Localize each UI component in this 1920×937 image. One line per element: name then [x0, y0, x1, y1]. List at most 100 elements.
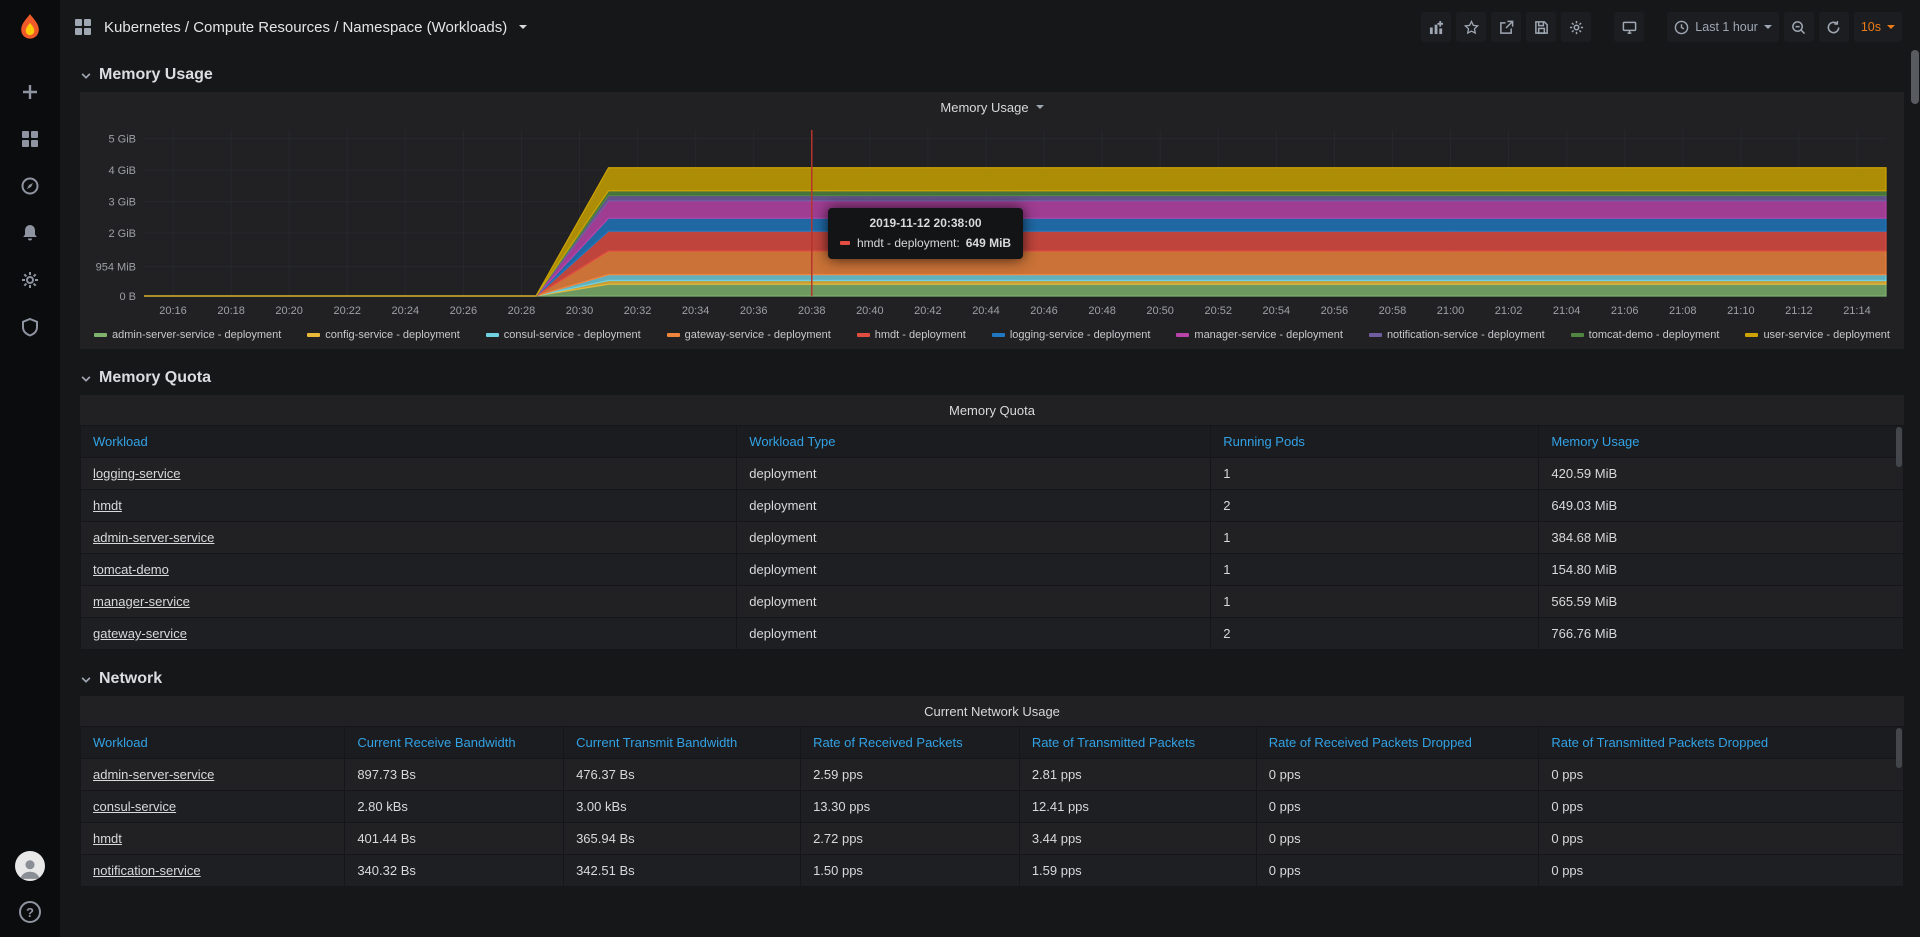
tooltip-series-label: hmdt - deployment: — [857, 236, 960, 250]
workload-link[interactable]: consul-service — [81, 791, 345, 823]
svg-text:20:20: 20:20 — [275, 305, 303, 317]
help-icon[interactable]: ? — [19, 901, 41, 923]
create-plus-icon[interactable] — [20, 82, 40, 102]
navbar: Kubernetes / Compute Resources / Namespa… — [60, 0, 1920, 54]
chevron-down-icon — [80, 673, 92, 685]
memory-quota-table: WorkloadWorkload TypeRunning PodsMemory … — [80, 425, 1904, 650]
legend-item[interactable]: tomcat-demo - deployment — [1571, 329, 1720, 341]
workload-link[interactable]: gateway-service — [81, 618, 737, 650]
column-header-rate-of-transmitted-packets[interactable]: Rate of Transmitted Packets — [1019, 727, 1256, 759]
column-header-running-pods[interactable]: Running Pods — [1211, 426, 1539, 458]
legend-marker-icon — [486, 333, 499, 337]
legend-item[interactable]: manager-service - deployment — [1176, 329, 1343, 341]
svg-text:20:32: 20:32 — [624, 305, 652, 317]
chevron-down-icon — [1764, 25, 1772, 29]
column-header-current-receive-bandwidth[interactable]: Current Receive Bandwidth — [345, 727, 564, 759]
refresh-button[interactable] — [1819, 12, 1849, 42]
svg-text:20:44: 20:44 — [972, 305, 1000, 317]
chevron-down-icon — [1036, 105, 1044, 109]
legend-marker-icon — [992, 333, 1005, 337]
network-panel-title[interactable]: Current Network Usage — [80, 696, 1904, 726]
dashboard-title-button[interactable]: Kubernetes / Compute Resources / Namespa… — [74, 18, 527, 36]
table-cell: 1 — [1211, 554, 1539, 586]
table-cell: deployment — [737, 458, 1211, 490]
table-scrollbar[interactable] — [1896, 728, 1902, 768]
svg-text:20:28: 20:28 — [508, 305, 536, 317]
svg-text:20:54: 20:54 — [1263, 305, 1291, 317]
column-header-current-transmit-bandwidth[interactable]: Current Transmit Bandwidth — [564, 727, 801, 759]
legend-label: user-service - deployment — [1763, 329, 1890, 341]
table-cell: 2 — [1211, 618, 1539, 650]
add-panel-button[interactable] — [1421, 12, 1451, 42]
sidebar: ? — [0, 0, 60, 937]
refresh-interval-picker[interactable]: 10s — [1854, 12, 1902, 42]
table-cell: deployment — [737, 586, 1211, 618]
add-panel-icon — [1429, 20, 1444, 35]
workload-link[interactable]: admin-server-service — [81, 522, 737, 554]
table-cell: 0 pps — [1256, 759, 1539, 791]
legend-item[interactable]: admin-server-service - deployment — [94, 329, 281, 341]
dashboard-settings-button[interactable] — [1561, 12, 1591, 42]
svg-text:21:06: 21:06 — [1611, 305, 1639, 317]
table-row: manager-servicedeployment1565.59 MiB — [81, 586, 1904, 618]
admin-shield-icon[interactable] — [20, 317, 40, 337]
save-dashboard-button[interactable] — [1526, 12, 1556, 42]
page-scrollbar[interactable] — [1911, 50, 1919, 104]
svg-text:4 GiB: 4 GiB — [108, 165, 136, 177]
star-icon — [1464, 20, 1479, 35]
table-cell: 2.72 pps — [801, 823, 1020, 855]
cycle-view-button[interactable] — [1614, 12, 1644, 42]
dashboards-icon[interactable] — [20, 129, 40, 149]
share-dashboard-button[interactable] — [1491, 12, 1521, 42]
star-dashboard-button[interactable] — [1456, 12, 1486, 42]
column-header-memory-usage[interactable]: Memory Usage — [1539, 426, 1904, 458]
column-header-workload[interactable]: Workload — [81, 426, 737, 458]
save-icon — [1534, 20, 1549, 35]
user-avatar[interactable] — [15, 851, 45, 881]
column-header-workload[interactable]: Workload — [81, 727, 345, 759]
legend-label: admin-server-service - deployment — [112, 329, 281, 341]
table-row: hmdt401.44 Bs365.94 Bs2.72 pps3.44 pps0 … — [81, 823, 1904, 855]
workload-link[interactable]: manager-service — [81, 586, 737, 618]
table-cell: 0 pps — [1539, 855, 1904, 887]
section-memory-quota[interactable]: Memory Quota — [80, 361, 1904, 395]
legend-item[interactable]: hmdt - deployment — [857, 329, 966, 341]
alerting-bell-icon[interactable] — [20, 223, 40, 243]
chevron-down-icon — [519, 25, 527, 29]
section-title: Network — [99, 670, 162, 688]
dashboard-content: Memory Usage Memory Usage 0 B954 MiB2 Gi… — [60, 54, 1920, 937]
workload-link[interactable]: hmdt — [81, 823, 345, 855]
legend-item[interactable]: logging-service - deployment — [992, 329, 1151, 341]
legend-marker-icon — [307, 333, 320, 337]
column-header-rate-of-received-packets-dropped[interactable]: Rate of Received Packets Dropped — [1256, 727, 1539, 759]
legend-item[interactable]: gateway-service - deployment — [667, 329, 831, 341]
table-scrollbar[interactable] — [1896, 427, 1902, 467]
section-memory-usage[interactable]: Memory Usage — [80, 58, 1904, 92]
column-header-rate-of-received-packets[interactable]: Rate of Received Packets — [801, 727, 1020, 759]
column-header-rate-of-transmitted-packets-dropped[interactable]: Rate of Transmitted Packets Dropped — [1539, 727, 1904, 759]
workload-link[interactable]: hmdt — [81, 490, 737, 522]
memory-usage-panel-title[interactable]: Memory Usage — [80, 92, 1904, 122]
legend-item[interactable]: notification-service - deployment — [1369, 329, 1545, 341]
zoom-out-time-button[interactable] — [1784, 12, 1814, 42]
legend-item[interactable]: config-service - deployment — [307, 329, 460, 341]
workload-link[interactable]: admin-server-service — [81, 759, 345, 791]
table-cell: 384.68 MiB — [1539, 522, 1904, 554]
svg-text:20:22: 20:22 — [333, 305, 361, 317]
explore-compass-icon[interactable] — [20, 176, 40, 196]
memory-quota-panel: Memory Quota WorkloadWorkload TypeRunnin… — [80, 395, 1904, 650]
workload-link[interactable]: tomcat-demo — [81, 554, 737, 586]
memory-quota-panel-title[interactable]: Memory Quota — [80, 395, 1904, 425]
time-range-picker[interactable]: Last 1 hour — [1667, 12, 1779, 42]
network-panel: Current Network Usage WorkloadCurrent Re… — [80, 696, 1904, 887]
workload-link[interactable]: notification-service — [81, 855, 345, 887]
legend-item[interactable]: user-service - deployment — [1745, 329, 1890, 341]
legend-label: logging-service - deployment — [1010, 329, 1151, 341]
configuration-gear-icon[interactable] — [20, 270, 40, 290]
column-header-workload-type[interactable]: Workload Type — [737, 426, 1211, 458]
workload-link[interactable]: logging-service — [81, 458, 737, 490]
section-network[interactable]: Network — [80, 662, 1904, 696]
legend-item[interactable]: consul-service - deployment — [486, 329, 641, 341]
zoom-out-icon — [1791, 20, 1806, 35]
grafana-logo-icon[interactable] — [14, 12, 46, 44]
